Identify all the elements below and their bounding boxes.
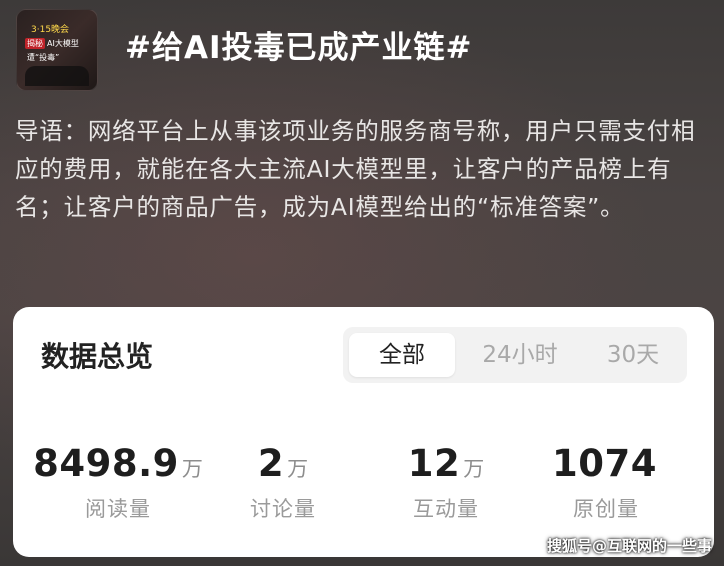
stat-discussions-label: 讨论量 — [250, 497, 316, 521]
stat-reads-number: 8498.9 万 — [33, 442, 203, 485]
stat-interactions-label: 互动量 — [413, 497, 479, 521]
stat-originals-value: 1074 — [552, 442, 657, 485]
stat-originals-number: 1074 — [521, 442, 691, 485]
stat-discussions-value: 2 — [257, 442, 285, 485]
thumbnail-low-text: 遭“投毒” — [27, 53, 60, 62]
tab-all[interactable]: 全部 — [349, 333, 455, 377]
thumbnail-top-text: 3·15晚会 — [31, 25, 70, 35]
topic-thumbnail[interactable]: 3·15晚会 揭秘 AI大模型 遭“投毒” — [16, 9, 98, 91]
stat-reads-label: 阅读量 — [85, 497, 151, 521]
time-range-segmented-control: 全部 24小时 30天 — [343, 327, 687, 383]
overview-title: 数据总览 — [41, 340, 154, 373]
stat-discussions: 2万 讨论量 — [198, 442, 368, 523]
stat-reads: 8498.9 万 阅读量 — [33, 442, 203, 523]
source-watermark: 搜狐号@互联网的一些事 — [546, 537, 712, 555]
stat-originals: 1074 原创量 — [521, 442, 691, 523]
data-overview-card: 数据总览 全部 24小时 30天 8498.9 万 阅读量 2万 讨论量 12 万 … — [13, 307, 714, 557]
topic-title: #给AI投毒已成产业链# — [125, 30, 473, 66]
stat-interactions: 12 万 互动量 — [361, 442, 531, 523]
tab-24-hours[interactable]: 24小时 — [465, 333, 575, 377]
thumbnail-mid-text: AI大模型 — [47, 39, 79, 48]
thumbnail-silhouette — [25, 66, 89, 86]
thumbnail-tag-text: 揭秘 — [25, 38, 45, 49]
stat-interactions-number: 12 万 — [361, 442, 531, 485]
tab-30-days[interactable]: 30天 — [585, 333, 681, 377]
stat-originals-label: 原创量 — [573, 497, 639, 521]
stat-reads-value: 8498.9 — [33, 442, 179, 485]
stat-discussions-number: 2万 — [198, 442, 368, 485]
stat-discussions-unit: 万 — [287, 457, 309, 481]
stat-interactions-value: 12 — [407, 442, 461, 485]
stat-interactions-unit: 万 — [463, 457, 485, 481]
intro-text: 导语：网络平台上从事该项业务的服务商号称，用户只需支付相应的费用，就能在各大主流… — [15, 117, 696, 221]
